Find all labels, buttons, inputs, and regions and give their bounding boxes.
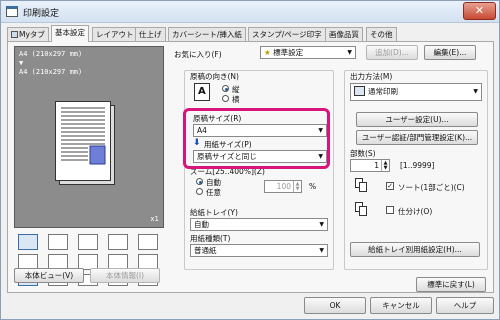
copies-label: 部数(S) (350, 149, 376, 158)
copies-spinner[interactable]: 1 ▲ ▼ (350, 159, 390, 172)
preview-text-lines (61, 107, 106, 165)
chevron-down-icon: ▼ (347, 49, 352, 56)
staple-icon[interactable] (48, 234, 68, 250)
highlight-frame (183, 108, 330, 169)
booklet-icon[interactable] (138, 234, 158, 250)
group-checkbox[interactable] (386, 206, 394, 214)
orientation-label: 原稿の向き(N) (190, 72, 239, 81)
tab-my[interactable]: Myタブ (7, 27, 49, 41)
punch-icon[interactable] (78, 234, 98, 250)
paper-tray-label: 給紙トレイ(Y) (190, 208, 238, 217)
device-info-button[interactable]: 本体情報(I) (90, 268, 160, 283)
copy-multiplier: x1 (150, 215, 159, 223)
window-title: 印刷設定 (23, 9, 60, 19)
edit-favorite-button[interactable]: 編集(E)... (424, 45, 476, 60)
print-icon (354, 86, 365, 96)
paper-type-label: 用紙種類(T) (190, 234, 231, 243)
my-tab-icon (11, 31, 18, 38)
printer-app-icon (6, 6, 18, 17)
spin-down-icon[interactable]: ▼ (381, 165, 389, 171)
zoom-spinner[interactable]: 100 ▲ ▼ (264, 180, 302, 193)
print-preview: A4 (210x297 mm) ▼ A4 (210x297 mm) x1 (14, 46, 164, 228)
tab-other[interactable]: その他 (366, 27, 397, 41)
chevron-down-icon: ▼ (319, 221, 324, 228)
fold-icon[interactable] (108, 234, 128, 250)
paper-tray-select[interactable]: 自動 ▼ (190, 218, 328, 231)
zoom-manual-label: 任意 (206, 188, 221, 197)
sort-label: ソート(1部ごと)(C) (398, 183, 465, 192)
chevron-down-icon: ▼ (473, 88, 478, 95)
tab-stamp[interactable]: スタンプ/ページ印字 (248, 27, 326, 41)
close-button[interactable]: ✕ (463, 2, 496, 20)
preview-page (55, 101, 111, 181)
chevron-down-icon: ▼ (319, 247, 324, 254)
spin-down-icon[interactable]: ▼ (293, 186, 301, 192)
zoom-manual-radio[interactable] (196, 188, 203, 195)
orientation-icon: A (194, 83, 210, 101)
zoom-auto-radio[interactable] (196, 178, 203, 185)
copies-range: [1..9999] (400, 161, 435, 170)
zoom-unit: % (309, 182, 317, 191)
tab-basic[interactable]: 基本設定 (51, 25, 89, 42)
printer-icon[interactable] (18, 234, 38, 250)
paper-size-info: A4 (210x297 mm) ▼ A4 (210x297 mm) (19, 50, 83, 76)
portrait-radio[interactable] (222, 85, 229, 92)
add-favorite-button[interactable]: 追加(D)... (366, 45, 418, 60)
title-bar: 印刷設定 ✕ (1, 1, 499, 23)
sort-checkbox[interactable]: ✓ (386, 182, 394, 190)
tab-image-quality[interactable]: 画像品質 (325, 27, 363, 41)
restore-defaults-button[interactable]: 標準に戻す(L) (416, 277, 486, 292)
group-icon (355, 202, 371, 220)
output-method-label: 出力方法(M) (350, 72, 393, 81)
cancel-button[interactable]: キャンセル (370, 297, 432, 314)
tab-cover-sheet[interactable]: カバーシート/挿入紙 (168, 27, 246, 41)
output-method-select[interactable]: 通常印刷 ▼ (350, 83, 482, 101)
group-label: 仕分け(O) (398, 207, 433, 216)
favorite-label: お気に入り(F) (174, 50, 222, 59)
landscape-radio[interactable] (222, 95, 229, 102)
device-view-button[interactable]: 本体ビュー(V) (14, 268, 84, 283)
tab-layout[interactable]: レイアウト (92, 27, 138, 41)
favorite-star-icon: ★ (264, 48, 274, 57)
help-button[interactable]: ヘルプ (436, 297, 494, 314)
basic-settings-panel: A4 (210x297 mm) ▼ A4 (210x297 mm) x1 お気に… (7, 41, 494, 293)
orientation-a-glyph: A (198, 86, 206, 97)
favorite-select[interactable]: ★ 標準設定 ▼ (260, 46, 356, 59)
print-settings-window: 印刷設定 ✕ Myタブ 基本設定 レイアウト 仕上げ カバーシート/挿入紙 スタ… (0, 0, 500, 320)
tab-finishing[interactable]: 仕上げ (135, 27, 166, 41)
tray-paper-settings-button[interactable]: 給紙トレイ別用紙設定(H)... (350, 242, 480, 257)
collate-icon (355, 178, 371, 196)
paper-type-select[interactable]: 普通紙 ▼ (190, 244, 328, 257)
ok-button[interactable]: OK (304, 297, 366, 314)
landscape-label: 横 (232, 95, 240, 104)
user-settings-button[interactable]: ユーザー設定(U)... (356, 112, 478, 127)
user-auth-button[interactable]: ユーザー認証/部門管理設定(K)... (356, 130, 478, 145)
